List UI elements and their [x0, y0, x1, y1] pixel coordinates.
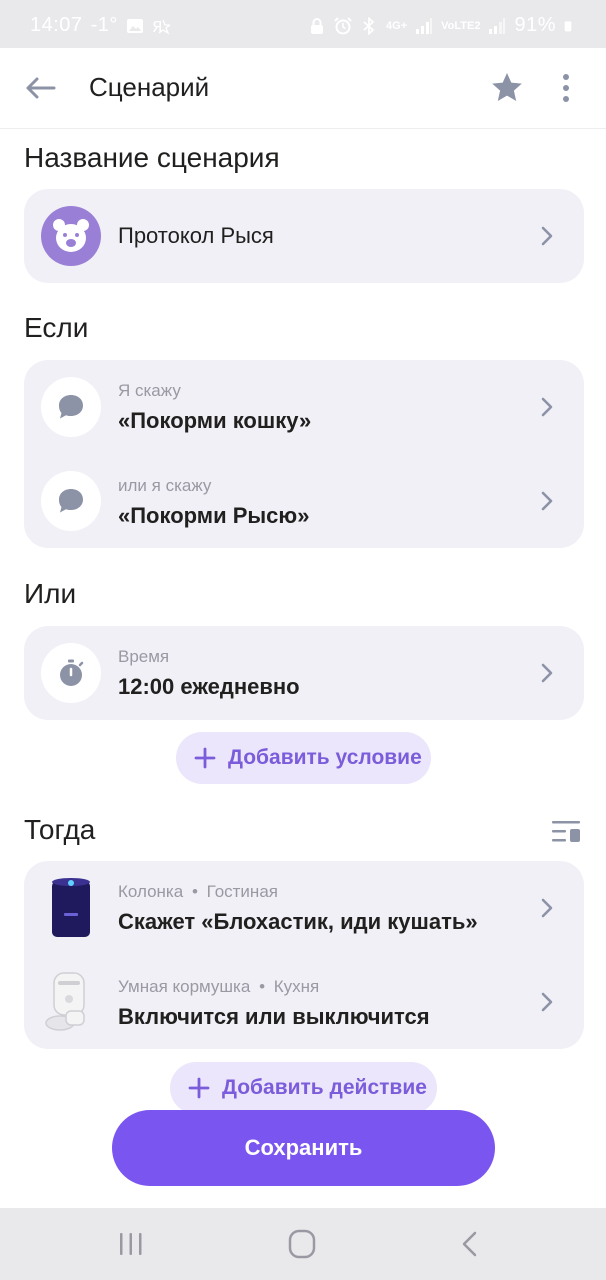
action-row[interactable]: Колонка • Гостиная Скажет «Блохастик, ид…	[24, 861, 584, 955]
condition-avatar	[41, 377, 101, 437]
status-temperature: -1°	[90, 14, 118, 36]
condition-value: 12:00 ежедневно	[118, 674, 300, 699]
action-value: Скажет «Блохастик, иди кушать»	[118, 909, 478, 934]
condition-row[interactable]: Время 12:00 ежедневно	[24, 626, 584, 720]
condition-avatar	[41, 471, 101, 531]
or-conditions-card: Время 12:00 ежедневно	[24, 626, 584, 720]
scenario-name-card: Протокол Рыся	[24, 189, 584, 283]
recent-apps-icon[interactable]	[111, 1228, 151, 1260]
back-arrow-icon[interactable]	[20, 68, 60, 108]
battery-icon	[564, 20, 572, 31]
action-value: Включится или выключится	[118, 1004, 430, 1029]
section-title-name: Название сценария	[24, 142, 280, 173]
alarm-icon	[334, 16, 352, 34]
actions-card: Колонка • Гостиная Скажет «Блохастик, ид…	[24, 861, 584, 1049]
separator-dot: •	[259, 977, 266, 996]
system-nav-bar	[0, 1208, 606, 1280]
action-device: Колонка	[118, 882, 184, 901]
separator-dot: •	[191, 882, 198, 901]
speech-bubble-icon	[59, 395, 83, 419]
action-row[interactable]: Умная кормушка • Кухня Включится или вык…	[24, 955, 584, 1049]
smart-speaker-icon	[52, 878, 90, 937]
pet-feeder-icon	[45, 972, 85, 1031]
scenario-avatar	[41, 206, 101, 266]
status-time: 14:07	[30, 14, 83, 36]
network-type-label: 4G+	[386, 19, 408, 32]
condition-label: или я скажу	[118, 476, 212, 495]
star-icon[interactable]	[489, 70, 525, 106]
plus-icon	[188, 1077, 210, 1099]
condition-avatar	[41, 643, 101, 703]
condition-label: Время	[118, 647, 170, 666]
condition-row[interactable]: или я скажу «Покорми Рысю»	[24, 454, 584, 548]
chevron-right-icon	[541, 663, 553, 683]
section-title-or: Или	[24, 578, 77, 609]
add-condition-label: Добавить условие	[228, 746, 422, 769]
add-action-button[interactable]: Добавить действие	[170, 1062, 437, 1114]
page-title: Сценарий	[89, 72, 210, 102]
volte-label: VoLTE2	[441, 19, 481, 32]
action-device: Умная кормушка	[118, 977, 251, 996]
chevron-right-icon	[541, 898, 553, 918]
chevron-right-icon	[541, 226, 553, 246]
weather-icon: Я	[152, 18, 170, 35]
speech-bubble-icon	[59, 489, 83, 513]
chevron-right-icon	[541, 992, 553, 1012]
home-icon[interactable]	[282, 1228, 322, 1260]
section-title-then: Тогда	[24, 814, 96, 845]
lock-icon	[311, 17, 324, 34]
svg-text:Я: Я	[152, 18, 162, 35]
signal-icon	[416, 17, 433, 34]
bear-icon	[53, 219, 89, 252]
list-reorder-icon[interactable]	[550, 818, 582, 846]
action-room: Кухня	[273, 977, 320, 996]
scenario-name-row[interactable]: Протокол Рыся	[24, 189, 584, 283]
battery-percent: 91%	[514, 14, 556, 36]
action-device-room: Умная кормушка • Кухня	[118, 977, 319, 997]
signal-2-icon	[489, 17, 506, 34]
chevron-right-icon	[541, 491, 553, 511]
add-condition-button[interactable]: Добавить условие	[176, 732, 431, 784]
bluetooth-icon	[363, 16, 375, 35]
save-button[interactable]: Сохранить	[112, 1110, 495, 1186]
stopwatch-icon	[60, 659, 84, 686]
condition-label: Я скажу	[118, 381, 181, 400]
if-conditions-card: Я скажу «Покорми кошку» или я скажу «Пок…	[24, 360, 584, 548]
action-room: Гостиная	[206, 882, 278, 901]
condition-row[interactable]: Я скажу «Покорми кошку»	[24, 360, 584, 454]
plus-icon	[194, 747, 216, 769]
app-bar: Сценарий	[0, 48, 606, 129]
chevron-right-icon	[541, 397, 553, 417]
image-icon	[126, 18, 143, 33]
scenario-name: Протокол Рыся	[118, 223, 274, 248]
section-title-if: Если	[24, 312, 89, 343]
back-nav-icon[interactable]	[450, 1228, 490, 1260]
condition-value: «Покорми кошку»	[118, 408, 312, 433]
add-action-label: Добавить действие	[222, 1076, 427, 1099]
action-device-room: Колонка • Гостиная	[118, 882, 278, 902]
status-bar: 14:07 -1° Я 4G+ VoLTE2 91%	[0, 0, 606, 48]
condition-value: «Покорми Рысю»	[118, 503, 310, 528]
more-vertical-icon[interactable]	[552, 70, 580, 106]
